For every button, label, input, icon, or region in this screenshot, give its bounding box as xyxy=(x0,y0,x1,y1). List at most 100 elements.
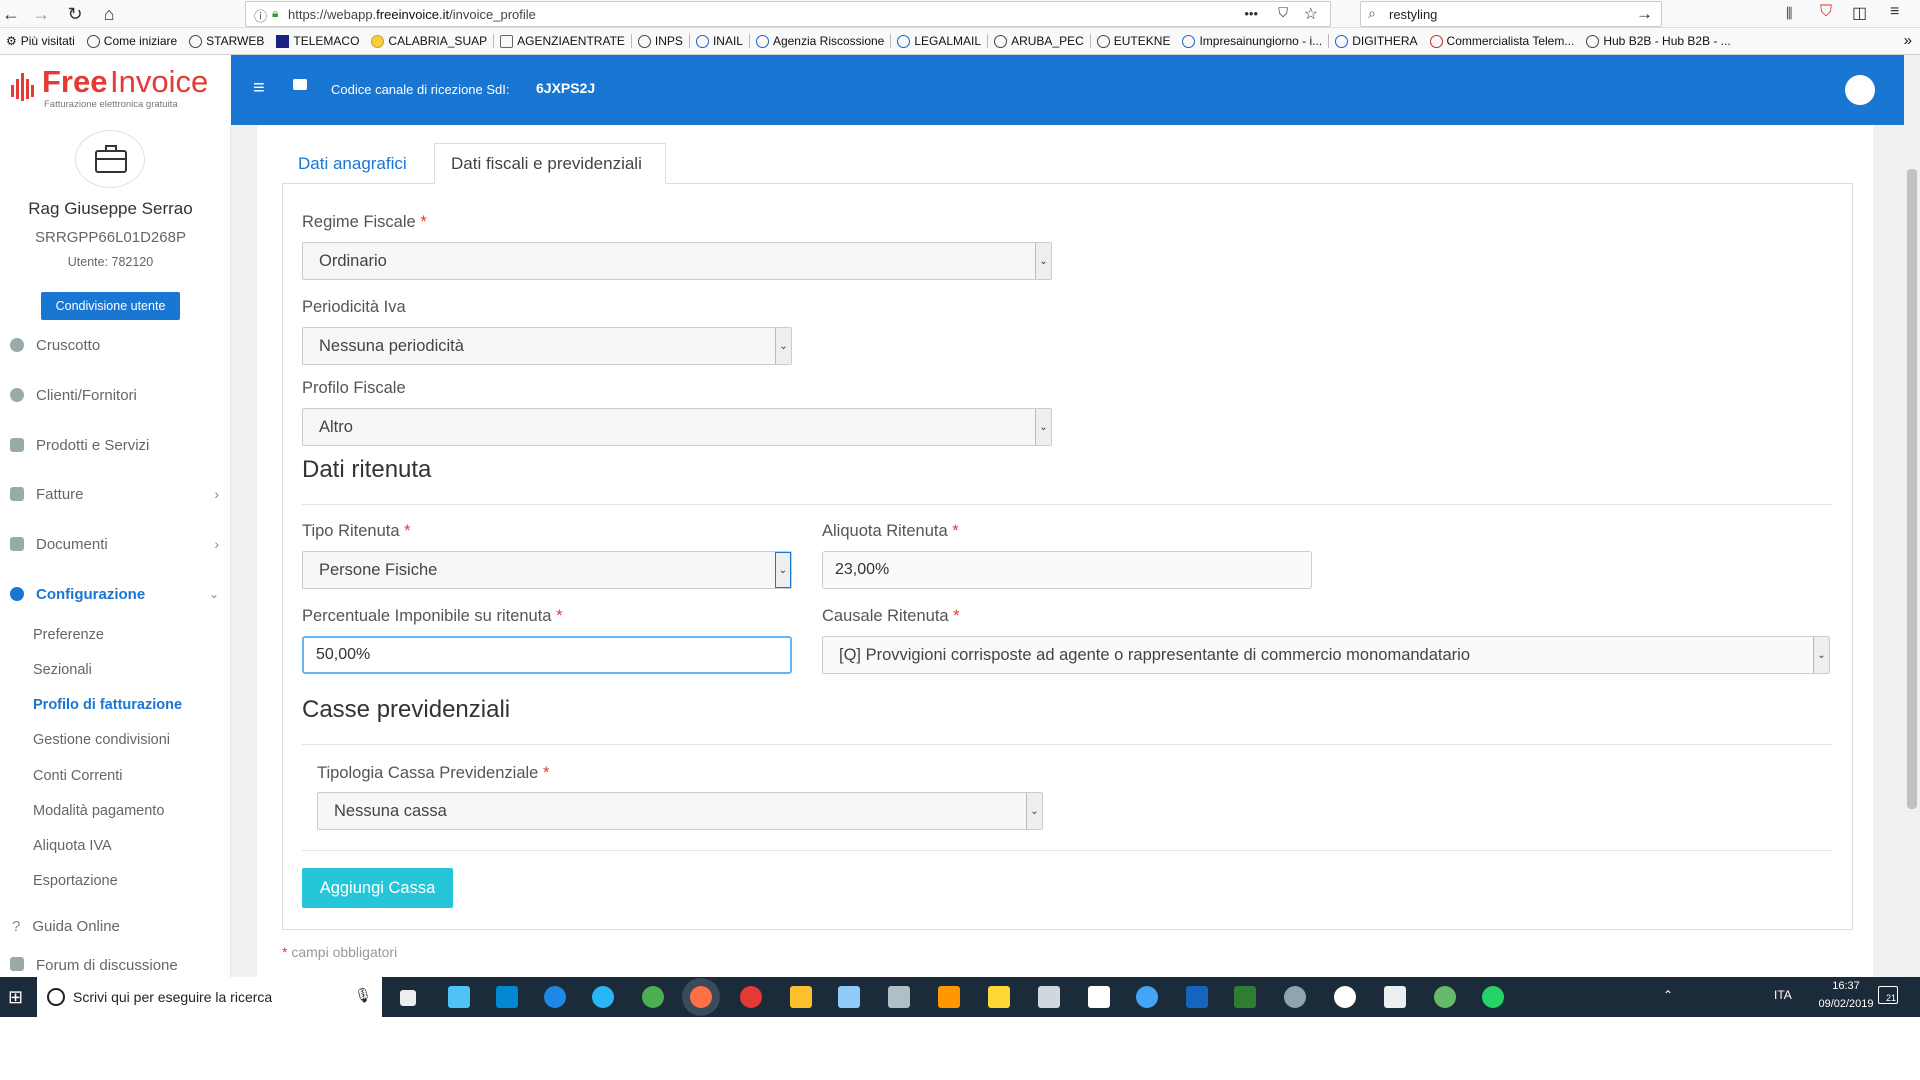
windows-start-icon[interactable]: ⊞ xyxy=(8,987,23,1008)
bookmark-star-icon[interactable]: ☆ xyxy=(1304,4,1318,24)
clock-date[interactable]: 09/02/2019 xyxy=(1806,998,1886,1010)
scrollbar[interactable] xyxy=(1904,55,1920,977)
share-user-button[interactable]: Condivisione utente xyxy=(41,292,180,320)
bookmark-item[interactable]: INPS xyxy=(632,34,689,48)
url-bar[interactable]: ⓘ 🔒︎ https://webapp. freeinvoice.it/invoi… xyxy=(245,1,1331,27)
taskbar-search[interactable]: Scrivi qui per eseguire la ricerca 🎙︎ xyxy=(37,977,382,1017)
task-view-icon[interactable] xyxy=(400,990,416,1006)
bookmark-item[interactable]: ARUBA_PEC xyxy=(988,34,1090,48)
library-icon[interactable]: ⫼ xyxy=(1786,5,1792,22)
hamburger-icon[interactable]: ≡ xyxy=(253,77,265,100)
overflow-chevron-icon[interactable]: » xyxy=(1904,32,1912,49)
excel-icon[interactable] xyxy=(1234,986,1256,1008)
mail-icon[interactable] xyxy=(1384,986,1406,1008)
logo[interactable]: Free Invoice Fatturazione elettronica gr… xyxy=(0,55,231,125)
notification-icon[interactable]: 21 xyxy=(1878,986,1898,1004)
back-icon[interactable]: ← xyxy=(0,3,22,25)
sidebar-item-guida[interactable]: ? Guida Online xyxy=(0,911,231,941)
sidebar-item-clienti[interactable]: Clienti/Fornitori xyxy=(0,380,231,410)
bookmark-item[interactable]: ⚙ Più visitati xyxy=(0,34,81,48)
aliquota-input[interactable]: 23,00% xyxy=(822,551,1312,589)
percentuale-input[interactable]: 50,00% xyxy=(302,636,792,674)
sidebar-item-configurazione[interactable]: Configurazione ⌄ xyxy=(0,579,231,609)
sidebar-item-documenti[interactable]: Documenti › xyxy=(0,529,231,559)
reload-icon[interactable]: ↻ xyxy=(64,3,86,25)
bookmark-item[interactable]: EUTEKNE xyxy=(1091,34,1177,48)
site-icon xyxy=(500,34,514,48)
sidebar-item-cruscotto[interactable]: Cruscotto xyxy=(0,330,231,360)
word-icon[interactable] xyxy=(1186,986,1208,1008)
profilo-select[interactable]: Altro ⌄ xyxy=(302,408,1052,446)
ie-icon[interactable] xyxy=(592,986,614,1008)
bookmark-item[interactable]: CALABRIA_SUAP xyxy=(365,34,493,48)
app-icon[interactable] xyxy=(1434,986,1456,1008)
folder-icon[interactable] xyxy=(790,986,812,1008)
shield-icon[interactable]: ⛉ xyxy=(1820,3,1832,21)
app-icon[interactable] xyxy=(496,986,518,1008)
periodicita-select[interactable]: Nessuna periodicità ⌄ xyxy=(302,327,792,365)
search-go-icon[interactable]: → xyxy=(1636,4,1653,24)
tray-chevron-icon[interactable]: ⌃ xyxy=(1663,988,1673,1002)
sidebar-subitem-preferenze[interactable]: Preferenze xyxy=(33,627,104,643)
bookmark-item[interactable]: Come iniziare xyxy=(81,34,183,48)
pocket-icon[interactable]: ⛉ xyxy=(1278,5,1288,21)
bookmark-item[interactable]: STARWEB xyxy=(183,34,270,48)
app-icon[interactable] xyxy=(938,986,960,1008)
app-icon[interactable] xyxy=(1284,986,1306,1008)
bookmark-item[interactable]: LEGALMAIL xyxy=(891,34,987,48)
search-input[interactable]: restyling xyxy=(1389,7,1437,22)
bookmark-item[interactable]: INAIL xyxy=(690,34,749,48)
forward-icon[interactable]: → xyxy=(30,3,52,25)
scrollbar-thumb[interactable] xyxy=(1907,169,1917,809)
search-bar[interactable]: ⌕ restyling → xyxy=(1360,1,1662,27)
microphone-icon[interactable]: 🎙︎ xyxy=(354,987,372,1004)
bookmark-item[interactable]: DIGITHERA xyxy=(1329,34,1423,48)
regime-select[interactable]: Ordinario ⌄ xyxy=(302,242,1052,280)
bookmark-item[interactable]: Commercialista Telem... xyxy=(1424,34,1581,48)
app-icon[interactable] xyxy=(1136,986,1158,1008)
home-icon[interactable]: ⌂ xyxy=(98,3,120,25)
clock-time[interactable]: 16:37 xyxy=(1816,980,1876,992)
info-icon[interactable]: ⓘ xyxy=(254,6,267,25)
app-icon[interactable] xyxy=(888,986,910,1008)
required-mark: * xyxy=(952,522,959,540)
sidebar-item-fatture[interactable]: Fatture › xyxy=(0,479,231,509)
add-cassa-button[interactable]: Aggiungi Cassa xyxy=(302,868,453,908)
bookmark-item[interactable]: TELEMACO xyxy=(270,34,365,48)
edge-icon[interactable] xyxy=(544,986,566,1008)
bookmark-item[interactable]: Impresainungiorno - i... xyxy=(1176,34,1328,48)
causale-select[interactable]: [Q] Provvigioni corrisposte ad agente o … xyxy=(822,636,1830,674)
sidebar-subitem-esportazione[interactable]: Esportazione xyxy=(33,873,118,889)
app-icon[interactable] xyxy=(1038,986,1060,1008)
store-icon[interactable] xyxy=(838,986,860,1008)
bookmark-item[interactable]: Hub B2B - Hub B2B - ... xyxy=(1580,34,1736,48)
sidebar-subitem-profilo[interactable]: Profilo di fatturazione xyxy=(33,697,182,713)
page-actions-icon[interactable]: ••• xyxy=(1244,6,1258,21)
whatsapp-icon[interactable] xyxy=(1482,986,1504,1008)
sidebar-subitem-sezionali[interactable]: Sezionali xyxy=(33,662,92,678)
tab-dati-fiscali[interactable]: Dati fiscali e previdenziali xyxy=(434,143,666,184)
cassa-select[interactable]: Nessuna cassa ⌄ xyxy=(317,792,1043,830)
sidebar-subitem-condivisioni[interactable]: Gestione condivisioni xyxy=(33,732,170,748)
app-icon[interactable] xyxy=(988,986,1010,1008)
pdf-icon[interactable] xyxy=(1088,986,1110,1008)
language-indicator[interactable]: ITA xyxy=(1774,988,1792,1002)
bookmark-item[interactable]: Agenzia Riscossione xyxy=(750,34,890,48)
chat-icon[interactable] xyxy=(293,79,307,90)
sidebar-toggle-icon[interactable]: ◫ xyxy=(1852,3,1867,23)
opera-icon[interactable] xyxy=(740,986,762,1008)
sidebar-subitem-conti[interactable]: Conti Correnti xyxy=(33,768,122,784)
chrome-icon[interactable] xyxy=(642,986,664,1008)
tab-dati-anagrafici[interactable]: Dati anagrafici xyxy=(282,143,423,184)
sidebar-subitem-pagamento[interactable]: Modalità pagamento xyxy=(33,803,164,819)
profile-icon[interactable] xyxy=(1845,75,1875,105)
sidebar-subitem-aliquota[interactable]: Aliquota IVA xyxy=(33,838,112,854)
firefox-icon[interactable] xyxy=(690,986,712,1008)
app-icon[interactable] xyxy=(448,986,470,1008)
app-icon[interactable] xyxy=(1334,986,1356,1008)
bookmark-item[interactable]: AGENZIAENTRATE xyxy=(494,34,631,48)
sidebar-item-forum[interactable]: Forum di discussione xyxy=(0,957,231,977)
sidebar-item-prodotti[interactable]: Prodotti e Servizi xyxy=(0,430,231,460)
tipo-ritenuta-select[interactable]: Persone Fisiche ⌄ xyxy=(302,551,792,589)
menu-icon[interactable]: ≡ xyxy=(1890,3,1899,21)
